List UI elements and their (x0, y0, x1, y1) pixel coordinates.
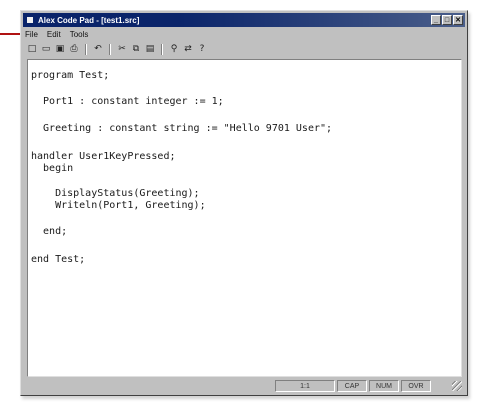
toolbar-separator (109, 43, 111, 55)
menu-edit[interactable]: Edit (47, 30, 61, 39)
code-line: Greeting : constant string := "Hello 970… (31, 123, 333, 134)
overwrite-indicator: OVR (401, 380, 431, 392)
save-icon[interactable]: ▣ (54, 43, 66, 55)
code-line: Port1 : constant integer := 1; (31, 96, 224, 107)
new-file-icon[interactable]: □ (26, 43, 38, 55)
cursor-position: 1:1 (275, 380, 335, 392)
window-title: Alex Code Pad - [test1.src] (38, 15, 140, 25)
code-line: DisplayStatus(Greeting); (31, 188, 200, 199)
paste-icon[interactable]: ▤ (144, 43, 156, 55)
title-bar[interactable]: Alex Code Pad - [test1.src] _ □ ✕ (23, 13, 465, 27)
copy-icon[interactable]: ⧉ (130, 43, 142, 55)
menu-bar: File Edit Tools (25, 28, 88, 40)
code-editor[interactable]: program Test; Port1 : constant integer :… (27, 59, 462, 377)
code-line: program Test; (31, 70, 110, 81)
app-icon[interactable] (26, 16, 34, 24)
code-line: end Test; (31, 254, 86, 265)
window-controls: _ □ ✕ (431, 15, 463, 25)
caps-indicator: CAP (337, 380, 367, 392)
menu-tools[interactable]: Tools (70, 30, 89, 39)
code-line: handler User1KeyPressed; (31, 151, 176, 162)
menu-file[interactable]: File (25, 30, 38, 39)
undo-icon[interactable]: ↶ (92, 43, 104, 55)
minimize-button[interactable]: _ (431, 15, 441, 25)
editor-window: Alex Code Pad - [test1.src] _ □ ✕ File E… (20, 10, 468, 396)
toolbar-separator (161, 43, 163, 55)
code-line: end; (31, 226, 68, 237)
print-icon[interactable]: ⎙ (68, 43, 80, 55)
toolbar: □ ▭ ▣ ⎙ ↶ ✂ ⧉ ▤ ⚲ ⇄ ? (26, 42, 208, 56)
toolbar-separator (85, 43, 87, 55)
code-line: Writeln(Port1, Greeting); (31, 200, 206, 211)
status-bar: 1:1 CAP NUM OVR (25, 380, 463, 392)
code-line: begin (31, 163, 74, 174)
replace-icon[interactable]: ⇄ (182, 43, 194, 55)
close-button[interactable]: ✕ (453, 15, 463, 25)
maximize-button[interactable]: □ (442, 15, 452, 25)
help-icon[interactable]: ? (196, 43, 208, 55)
open-file-icon[interactable]: ▭ (40, 43, 52, 55)
num-indicator: NUM (369, 380, 399, 392)
resize-grip[interactable] (452, 381, 462, 391)
cut-icon[interactable]: ✂ (116, 43, 128, 55)
find-icon[interactable]: ⚲ (168, 43, 180, 55)
